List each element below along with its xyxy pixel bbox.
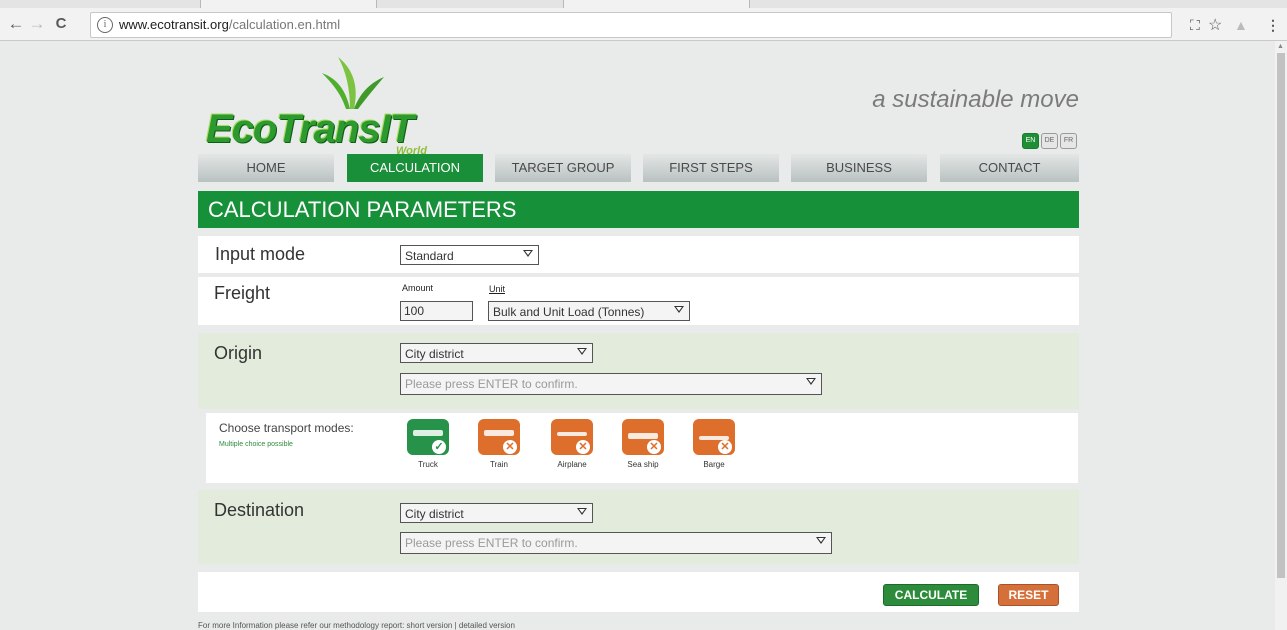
lang-de-button[interactable]: DE [1041, 133, 1058, 149]
tagline: a sustainable move [872, 86, 1079, 113]
actions-row: CALCULATE RESET [198, 572, 1079, 612]
input-mode-row: Input mode Standard [198, 236, 1079, 273]
bookmark-star-icon[interactable]: ☆ [1208, 15, 1222, 35]
destination-location-input[interactable]: Please press ENTER to confirm. [400, 532, 832, 554]
origin-type-select[interactable]: City district [400, 343, 593, 363]
info-icon[interactable]: i [97, 17, 113, 33]
ecotransit-logo[interactable]: EcoTransIT World [198, 49, 428, 157]
unit-value: Bulk and Unit Load (Tonnes) [493, 305, 645, 319]
destination-type-select[interactable]: City district [400, 503, 593, 523]
amount-input[interactable]: 100 [400, 301, 473, 321]
amount-label: Amount [402, 283, 434, 293]
leaf-logo-icon [322, 57, 384, 109]
lang-fr-button[interactable]: FR [1060, 133, 1077, 149]
menu-item-first-steps[interactable]: FIRST STEPS [643, 154, 779, 182]
barge-icon[interactable]: ✕ [693, 419, 735, 455]
cross-icon: ✕ [503, 440, 517, 454]
mode-truck[interactable]: ✓ Truck [406, 419, 450, 469]
language-switcher: EN DE FR [1020, 129, 1077, 149]
menu-item-calculation[interactable]: CALCULATION [347, 154, 483, 182]
train-icon[interactable]: ✕ [478, 419, 520, 455]
translate-icon[interactable]: ⛶ [1190, 17, 1200, 34]
transport-modes-panel: Choose transport modes: Multiple choice … [206, 413, 1078, 483]
destination-row: Destination City district Please press E… [198, 490, 1079, 564]
destination-label: Destination [214, 500, 305, 520]
page-container: EcoTransIT World a sustainable move EN DE… [198, 41, 1079, 630]
transport-modes-label: Choose transport modes: [219, 421, 354, 435]
menu-item-contact[interactable]: CONTACT [940, 154, 1079, 182]
destination-location-placeholder: Please press ENTER to confirm. [405, 536, 578, 550]
airplane-shape [557, 432, 587, 436]
train-shape [484, 430, 514, 436]
url-text: www.ecotransit.org/calculation.en.html [119, 17, 340, 32]
mode-train-label: Train [490, 460, 508, 469]
browser-toolbar: ← → C i www.ecotransit.org/calculation.e… [0, 8, 1287, 41]
menu-item-business[interactable]: BUSINESS [791, 154, 927, 182]
mode-sea-ship-label: Sea ship [627, 460, 659, 469]
input-mode-value: Standard [405, 249, 454, 263]
origin-type-value: City district [405, 347, 464, 361]
mode-sea-ship[interactable]: ✕ Sea ship [621, 419, 665, 469]
chevron-down-icon [577, 348, 587, 355]
forward-arrow-icon[interactable]: → [26, 13, 48, 35]
origin-label: Origin [214, 343, 263, 363]
cross-icon: ✕ [718, 440, 732, 454]
mode-truck-label: Truck [418, 460, 438, 469]
destination-type-value: City district [405, 507, 464, 521]
chevron-down-icon [806, 378, 816, 385]
origin-row: Origin City district Please press ENTER … [198, 333, 1079, 409]
reset-button[interactable]: RESET [998, 584, 1059, 606]
input-mode-label: Input mode [215, 244, 306, 264]
logo-wordmark: EcoTransIT [206, 107, 414, 151]
mode-airplane-label: Airplane [557, 460, 587, 469]
unit-select[interactable]: Bulk and Unit Load (Tonnes) [488, 301, 690, 321]
mode-barge-label: Barge [703, 460, 725, 469]
url-path: /calculation.en.html [228, 17, 341, 32]
mode-barge[interactable]: ✕ Barge [692, 419, 736, 469]
scroll-up-arrow-icon[interactable]: ▲ [1277, 43, 1284, 50]
freight-label: Freight [214, 283, 271, 303]
back-arrow-icon[interactable]: ← [5, 13, 27, 35]
browser-menu-icon[interactable]: ⋮ [1266, 17, 1280, 34]
reload-icon[interactable]: C [50, 13, 72, 35]
calculate-button[interactable]: CALCULATE [883, 584, 979, 606]
origin-location-placeholder: Please press ENTER to confirm. [405, 377, 578, 391]
scrollbar-thumb[interactable] [1277, 53, 1285, 578]
cross-icon: ✕ [647, 440, 661, 454]
lang-en-button[interactable]: EN [1022, 133, 1039, 149]
cross-icon: ✕ [576, 440, 590, 454]
truck-icon[interactable]: ✓ [407, 419, 449, 455]
browser-tab[interactable] [200, 0, 377, 8]
freight-row: Freight Amount 100 Unit Bulk and Unit Lo… [198, 277, 1079, 325]
chevron-down-icon [523, 250, 533, 257]
extension-icon[interactable]: ▲ [1234, 17, 1248, 33]
mode-train[interactable]: ✕ Train [477, 419, 521, 469]
menu-item-home[interactable]: HOME [198, 154, 334, 182]
unit-label[interactable]: Unit [489, 284, 505, 294]
section-title: CALCULATION PARAMETERS [198, 191, 1079, 228]
chevron-down-icon [577, 508, 587, 515]
methodology-footnote[interactable]: For more Information please refer our me… [198, 621, 515, 630]
check-icon: ✓ [432, 440, 446, 454]
ship-icon[interactable]: ✕ [622, 419, 664, 455]
chevron-down-icon [816, 537, 826, 544]
main-menu: HOME CALCULATION TARGET GROUP FIRST STEP… [198, 154, 1079, 182]
mode-airplane[interactable]: ✕ Airplane [550, 419, 594, 469]
chevron-down-icon [674, 306, 684, 313]
origin-location-input[interactable]: Please press ENTER to confirm. [400, 373, 822, 395]
url-host: www.ecotransit.org [119, 17, 229, 32]
browser-tab-strip [0, 0, 1287, 8]
transport-modes-hint: Multiple choice possible [219, 441, 293, 448]
ship-shape [628, 433, 658, 439]
airplane-icon[interactable]: ✕ [551, 419, 593, 455]
input-mode-select[interactable]: Standard [400, 245, 539, 265]
vertical-scrollbar[interactable]: ▲ [1275, 41, 1287, 630]
truck-shape [413, 430, 443, 436]
browser-tab[interactable] [563, 0, 750, 8]
address-bar[interactable]: i www.ecotransit.org/calculation.en.html [90, 12, 1172, 38]
menu-item-target-group[interactable]: TARGET GROUP [495, 154, 631, 182]
